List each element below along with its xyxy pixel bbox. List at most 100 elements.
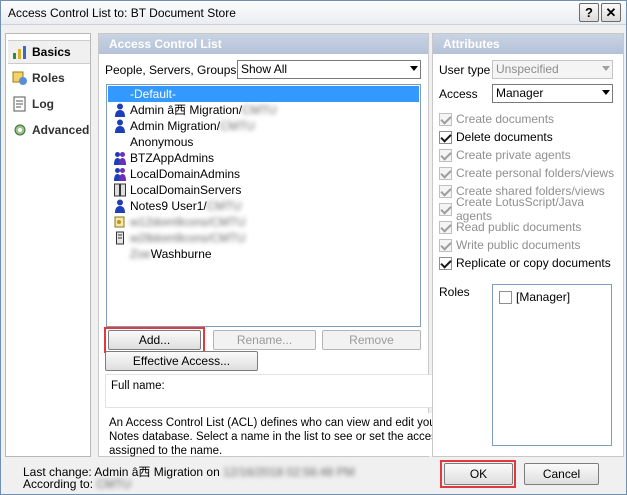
checkbox[interactable] xyxy=(439,238,452,252)
group-icon xyxy=(114,168,126,181)
checkbox[interactable] xyxy=(439,166,452,180)
checkbox[interactable] xyxy=(439,256,452,270)
cancel-button[interactable]: Cancel xyxy=(524,463,599,485)
entry-name-redacted: CMTU xyxy=(206,199,242,213)
permission-create-documents[interactable]: Create documents xyxy=(439,111,554,127)
title-bar[interactable]: Access Control List to: BT Document Stor… xyxy=(1,1,626,25)
acl-entry-list[interactable]: -Default- Admin â西 Migration/CMTU Admin … xyxy=(106,84,421,327)
help-button[interactable]: ? xyxy=(579,3,599,22)
entry-name: -Default- xyxy=(130,87,177,101)
checkbox[interactable] xyxy=(439,202,452,216)
sidebar-item-roles[interactable]: Roles xyxy=(8,66,90,90)
list-item[interactable]: Admin Migration/CMTU xyxy=(108,118,419,134)
person-icon xyxy=(115,199,125,213)
roles-list[interactable]: [Manager] xyxy=(492,284,612,446)
permission-create-private-agents[interactable]: Create private agents xyxy=(439,147,571,163)
user-type-label: User type xyxy=(439,63,491,77)
checkbox[interactable] xyxy=(439,184,452,198)
last-change-date-redacted: 12/16/2018 02:56:48 PM xyxy=(223,465,355,479)
role-label: [Manager] xyxy=(516,290,571,304)
permission-read-public-documents[interactable]: Read public documents xyxy=(439,219,581,235)
list-item[interactable]: Admin â西 Migration/CMTU xyxy=(108,102,419,118)
attributes-panel-header: Attributes xyxy=(433,34,623,54)
acl-description: An Access Control List (ACL) defines who… xyxy=(105,413,475,457)
access-value: Manager xyxy=(496,86,544,100)
according-to-text: According to: xyxy=(23,477,97,491)
permission-label: Create documents xyxy=(456,112,555,126)
entry-name: Admin â西 Migration/ xyxy=(130,103,243,117)
permission-label: Replicate or copy documents xyxy=(456,256,611,270)
according-to-status: According to: CMTU xyxy=(23,477,131,491)
list-item[interactable]: -Default- xyxy=(108,86,419,102)
server-group-icon xyxy=(114,183,126,197)
permission-label: Read public documents xyxy=(456,220,582,234)
blank-icon xyxy=(114,87,126,101)
roles-icon xyxy=(12,71,27,85)
user-type-select[interactable]: Unspecified xyxy=(492,60,613,79)
acl-dialog: Access Control List to: BT Document Stor… xyxy=(0,0,627,495)
list-item[interactable]: BTZAppAdmins xyxy=(108,150,419,166)
server-icon xyxy=(116,231,124,245)
entry-name: LocalDomainAdmins xyxy=(130,167,241,181)
checkbox[interactable] xyxy=(439,148,452,162)
list-item[interactable]: LocalDomainAdmins xyxy=(108,166,419,182)
sidebar: Basics Roles Log Advanced xyxy=(5,33,91,457)
sidebar-item-basics[interactable]: Basics xyxy=(8,40,90,64)
acl-panel-header: Access Control List xyxy=(99,34,428,54)
entry-name-redacted: w28dom9cons/CMTU xyxy=(130,231,246,245)
basics-icon xyxy=(13,46,26,59)
entry-name: BTZAppAdmins xyxy=(130,151,215,165)
list-item[interactable]: w28dom9cons/CMTU xyxy=(108,230,419,246)
acl-panel: Access Control List People, Servers, Gro… xyxy=(98,33,479,457)
entry-name: Anonymous xyxy=(130,135,194,149)
list-item[interactable]: Notes9 User1/CMTU xyxy=(108,198,419,214)
full-name-box: Full name: xyxy=(105,374,479,408)
entry-name-redacted: Zoe xyxy=(130,247,151,261)
access-select[interactable]: Manager xyxy=(492,84,613,103)
remove-button[interactable]: Remove xyxy=(322,330,421,350)
permission-create-personal-folders[interactable]: Create personal folders/views xyxy=(439,165,614,181)
entry-name-redacted: CMTU xyxy=(220,119,255,133)
permission-label: Create private agents xyxy=(456,148,571,162)
checkbox[interactable] xyxy=(439,112,452,126)
log-icon xyxy=(13,96,26,112)
entry-name-redacted: CMTU xyxy=(242,103,277,117)
entry-name: LocalDomainServers xyxy=(130,183,242,197)
entry-name: Admin Migration/ xyxy=(130,119,221,133)
sidebar-item-advanced[interactable]: Advanced xyxy=(8,118,90,142)
entry-name: Notes9 User1/ xyxy=(130,199,207,213)
chevron-down-icon xyxy=(602,66,610,71)
list-item[interactable]: Anonymous xyxy=(108,134,419,150)
role-item-manager[interactable]: [Manager] xyxy=(499,289,570,305)
permission-write-public-documents[interactable]: Write public documents xyxy=(439,237,581,253)
chevron-down-icon xyxy=(410,66,418,71)
entry-name-redacted: w12dom9cons/CMTU xyxy=(130,215,246,229)
list-item[interactable]: LocalDomainServers xyxy=(108,182,419,198)
permission-replicate-copy-documents[interactable]: Replicate or copy documents xyxy=(439,255,611,271)
blank-icon xyxy=(114,247,126,261)
window-title: Access Control List to: BT Document Stor… xyxy=(8,6,236,20)
list-item[interactable]: w12dom9cons/CMTU xyxy=(108,214,419,230)
list-item[interactable]: Zoe Washburne xyxy=(108,246,419,262)
user-type-value: Unspecified xyxy=(496,62,559,76)
sidebar-item-log[interactable]: Log xyxy=(8,92,90,116)
sidebar-item-label: Log xyxy=(32,97,54,111)
effective-access-button[interactable]: Effective Access... xyxy=(105,351,258,371)
checkbox[interactable] xyxy=(499,290,512,304)
sidebar-item-label: Advanced xyxy=(32,123,90,137)
permission-label: Write public documents xyxy=(456,238,581,252)
checkbox[interactable] xyxy=(439,220,452,234)
chevron-down-icon xyxy=(602,90,610,95)
ok-button-highlight xyxy=(440,460,516,488)
attributes-panel: Attributes User type Unspecified Access … xyxy=(432,33,624,457)
rename-button[interactable]: Rename... xyxy=(213,330,316,350)
filter-select[interactable]: Show All xyxy=(237,60,421,79)
checkbox[interactable] xyxy=(439,130,452,144)
permission-create-lotusscript-agents[interactable]: Create LotusScript/Java agents xyxy=(439,195,623,223)
entry-name: Washburne xyxy=(150,247,212,261)
close-button[interactable]: ✕ xyxy=(601,3,621,22)
add-button-highlight xyxy=(104,327,205,353)
key-icon xyxy=(114,216,125,228)
filter-select-value: Show All xyxy=(241,62,288,76)
permission-delete-documents[interactable]: Delete documents xyxy=(439,129,553,145)
